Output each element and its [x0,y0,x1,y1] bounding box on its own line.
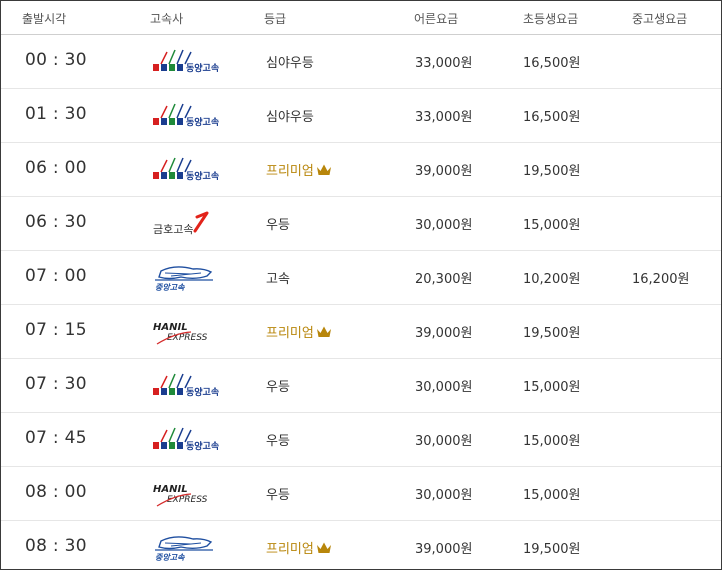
departure-time: 07 : 15 [25,320,87,340]
teen-fare: 16,200원 [632,272,690,287]
svg-text:동양고속: 동양고속 [186,62,219,74]
adult-fare: 20,300원 [415,272,473,287]
bus-company-logo: 동양고속 [151,155,241,185]
schedule-table: 출발시각 고속사 등급 어른요금 초등생요금 중고생요금 00 : 30 동양고속… [0,0,722,570]
table-row[interactable]: 08 : 30 중앙고속 프리미엄 39,000원 19,500원 [1,521,721,569]
departure-time: 01 : 30 [25,104,87,124]
bus-grade: 심야우등 [266,106,314,125]
header-departure-time[interactable]: 출발시각 [22,10,66,27]
bus-grade: 고속 [266,268,290,287]
child-fare: 16,500원 [523,110,581,125]
table-body: 00 : 30 동양고속 심야우등 33,000원 16,500원 01 : 30 동양고속… [1,35,721,569]
table-row[interactable]: 06 : 00 동양고속 프리미엄 39,000원 19,500원 [1,143,721,197]
child-fare: 15,000원 [523,218,581,233]
departure-time: 06 : 30 [25,212,87,232]
bus-company-logo: HANIL EXPRESS [151,317,241,347]
grade-label: 우등 [266,380,290,395]
table-row[interactable]: 07 : 15 HANIL EXPRESS 프리미엄 39,000원 19,500원 [1,305,721,359]
bus-grade: 우등 [266,376,290,395]
adult-fare: 39,000원 [415,326,473,341]
bus-company-logo: 중앙고속 [151,263,241,293]
departure-time: 00 : 30 [25,50,87,70]
svg-text:동양고속: 동양고속 [186,440,219,452]
grade-label: 우등 [266,434,290,449]
bus-grade: 우등 [266,430,290,449]
departure-time: 08 : 30 [25,536,87,556]
table-row[interactable]: 06 : 30 금호고속 우등 30,000원 15,000원 [1,197,721,251]
child-fare: 15,000원 [523,488,581,503]
child-fare: 16,500원 [523,56,581,71]
bus-company-logo: HANIL EXPRESS [151,479,241,509]
grade-label: 프리미엄 [266,164,314,179]
adult-fare: 39,000원 [415,542,473,557]
child-fare: 19,500원 [523,542,581,557]
child-fare: 10,200원 [523,272,581,287]
table-row[interactable]: 08 : 00 HANIL EXPRESS 우등 30,000원 15,000원 [1,467,721,521]
bus-grade: 우등 [266,484,290,503]
departure-time: 07 : 45 [25,428,87,448]
svg-text:동양고속: 동양고속 [186,116,219,128]
bus-grade: 프리미엄 [266,538,332,557]
grade-label: 프리미엄 [266,326,314,341]
bus-company-logo: 금호고속 [151,209,241,239]
crown-icon [314,326,332,341]
grade-label: 우등 [266,218,290,233]
bus-grade: 프리미엄 [266,322,332,341]
svg-text:EXPRESS: EXPRESS [167,495,208,505]
child-fare: 19,500원 [523,326,581,341]
departure-time: 07 : 00 [25,266,87,286]
child-fare: 15,000원 [523,434,581,449]
header-adult-fare[interactable]: 어른요금 [414,10,458,27]
table-row[interactable]: 00 : 30 동양고속 심야우등 33,000원 16,500원 [1,35,721,89]
adult-fare: 33,000원 [415,56,473,71]
svg-text:동양고속: 동양고속 [186,170,219,182]
grade-label: 프리미엄 [266,542,314,557]
adult-fare: 30,000원 [415,380,473,395]
crown-icon [314,164,332,179]
svg-text:HANIL: HANIL [153,322,188,333]
grade-label: 우등 [266,488,290,503]
header-grade[interactable]: 등급 [264,10,286,27]
bus-company-logo: 중앙고속 [151,533,241,563]
bus-company-logo: 동양고속 [151,101,241,131]
bus-grade: 프리미엄 [266,160,332,179]
grade-label: 고속 [266,272,290,287]
table-row[interactable]: 07 : 00 중앙고속 고속 20,300원 10,200원 16,200원 [1,251,721,305]
bus-grade: 심야우등 [266,52,314,71]
grade-label: 심야우등 [266,56,314,71]
table-row[interactable]: 07 : 45 동양고속 우등 30,000원 15,000원 [1,413,721,467]
child-fare: 15,000원 [523,380,581,395]
adult-fare: 33,000원 [415,110,473,125]
grade-label: 심야우등 [266,110,314,125]
svg-text:HANIL: HANIL [153,484,188,495]
bus-company-logo: 동양고속 [151,371,241,401]
departure-time: 08 : 00 [25,482,87,502]
departure-time: 07 : 30 [25,374,87,394]
table-header: 출발시각 고속사 등급 어른요금 초등생요금 중고생요금 [1,1,721,35]
crown-icon [314,542,332,557]
adult-fare: 39,000원 [415,164,473,179]
svg-text:중앙고속: 중앙고속 [155,553,185,562]
table-row[interactable]: 01 : 30 동양고속 심야우등 33,000원 16,500원 [1,89,721,143]
svg-text:EXPRESS: EXPRESS [167,333,208,343]
bus-company-logo: 동양고속 [151,425,241,455]
adult-fare: 30,000원 [415,434,473,449]
table-row[interactable]: 07 : 30 동양고속 우등 30,000원 15,000원 [1,359,721,413]
header-child-fare[interactable]: 초등생요금 [523,10,578,27]
adult-fare: 30,000원 [415,488,473,503]
child-fare: 19,500원 [523,164,581,179]
departure-time: 06 : 00 [25,158,87,178]
header-company[interactable]: 고속사 [150,10,183,27]
header-teen-fare[interactable]: 중고생요금 [632,10,687,27]
bus-grade: 우등 [266,214,290,233]
svg-text:동양고속: 동양고속 [186,386,219,398]
svg-text:중앙고속: 중앙고속 [155,283,185,292]
adult-fare: 30,000원 [415,218,473,233]
bus-company-logo: 동양고속 [151,47,241,77]
svg-text:금호고속: 금호고속 [153,223,193,236]
